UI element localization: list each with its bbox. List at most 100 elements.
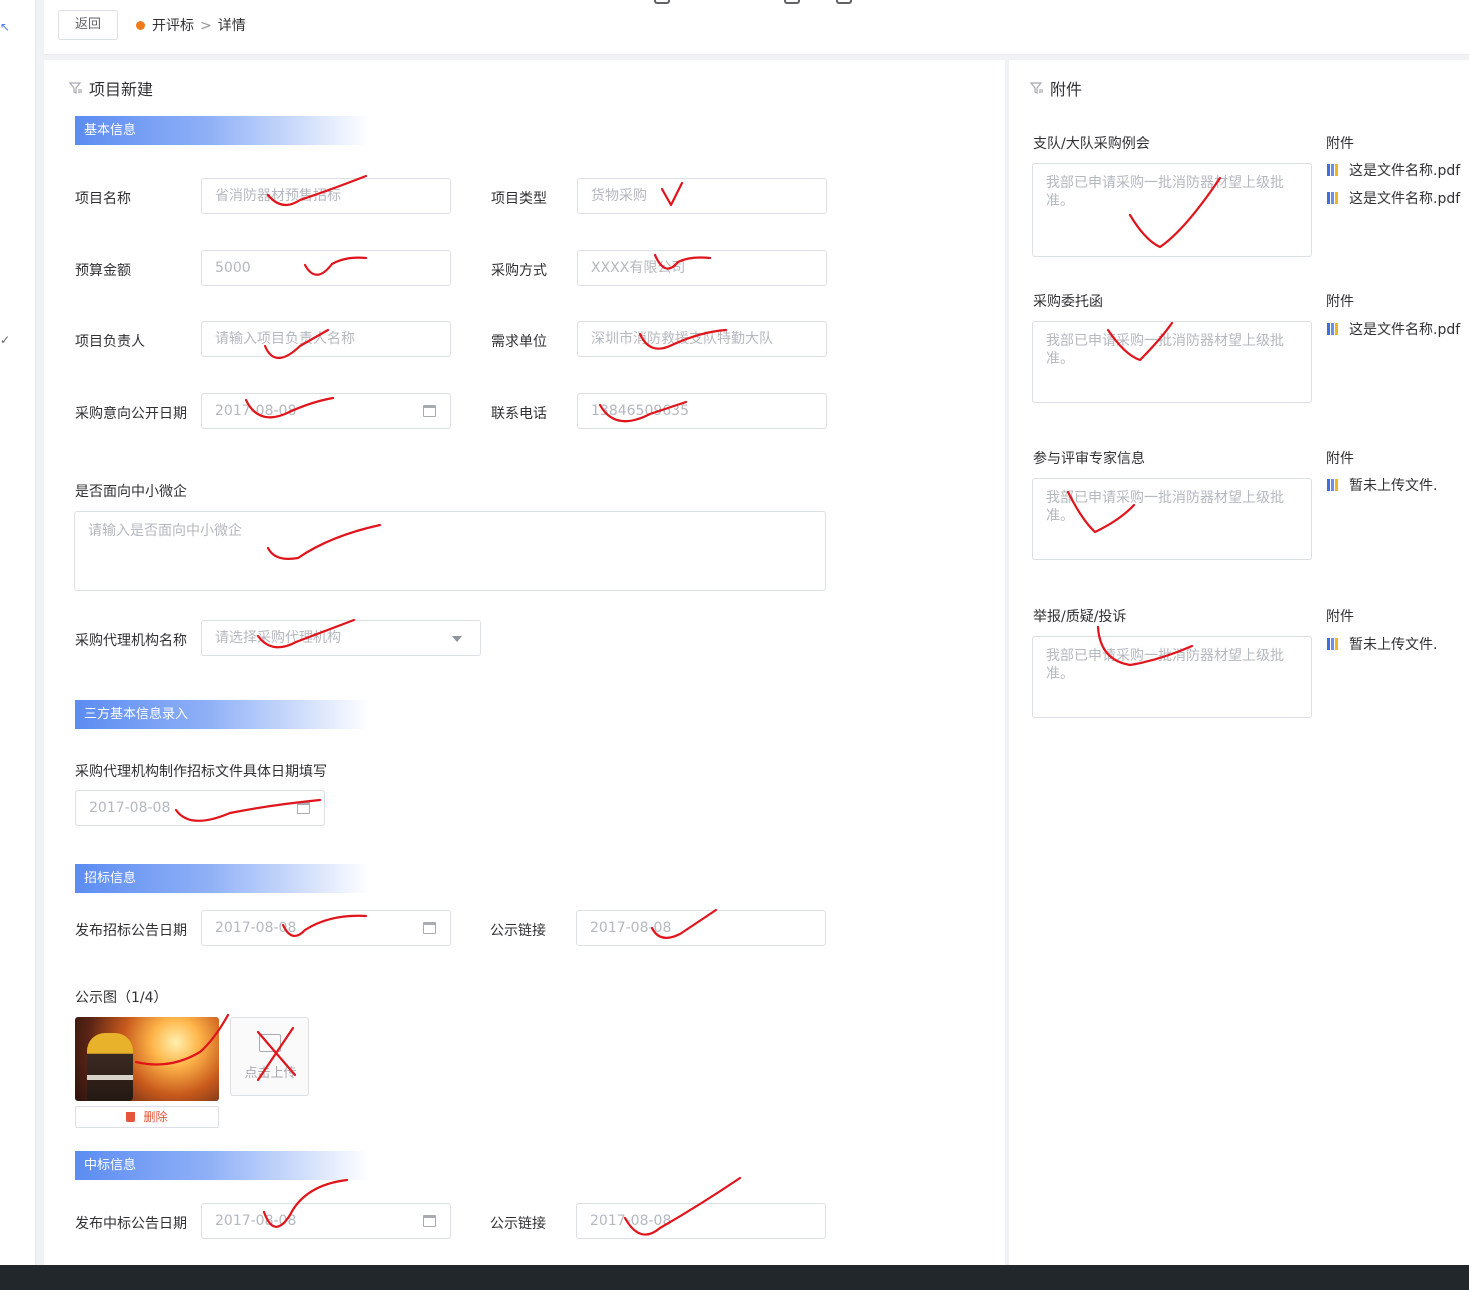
attachments-panel: 附件 支队/大队采购例会 附件 我部已申请采购一批消防器材望上级批准。 这是文件… [1009, 60, 1469, 1265]
attach-group-textarea[interactable]: 我部已申请采购一批消防器材望上级批准。 [1032, 321, 1312, 403]
breadcrumb-parent[interactable]: 开评标 [152, 18, 194, 34]
file-status: 暂未上传文件. [1327, 634, 1437, 654]
file-icon [1327, 638, 1343, 650]
phone-input[interactable]: 13846509635 [577, 393, 827, 429]
panel-title-text: 项目新建 [89, 80, 154, 99]
section-bidding: 招标信息 [75, 864, 370, 893]
delete-label: 删除 [143, 1110, 168, 1124]
notice-image-thumbnail[interactable] [75, 1017, 219, 1101]
breadcrumb-separator: > [200, 18, 212, 34]
section-award: 中标信息 [75, 1151, 370, 1180]
file-name: 这是文件名称.pdf [1349, 191, 1461, 207]
disclosure-date-label: 采购意向公开日期 [75, 406, 187, 422]
project-form-panel: 项目新建 基本信息 项目名称 省消防器材预售招标 项目类型 货物采购 预算金额 … [44, 60, 1005, 1265]
top-bar: 返回 开评标 > 详情 [44, 0, 1469, 55]
demand-unit-input[interactable]: 深圳市消防救援支队特勤大队 [577, 321, 827, 357]
delete-image-button[interactable]: 删除 [75, 1106, 219, 1128]
file-name: 暂未上传文件. [1349, 637, 1438, 653]
file-status: 暂未上传文件. [1327, 475, 1437, 495]
notice-images-label: 公示图（1/4） [75, 990, 168, 1006]
attach-group-label: 采购委托函 [1033, 294, 1103, 310]
check-icon: ✓ [0, 333, 11, 347]
award-notice-link-input[interactable]: 2017-08-08 [576, 1203, 826, 1239]
bottom-dark-bar [0, 1265, 1469, 1290]
doc-date-value: 2017-08-08 [89, 800, 171, 816]
bid-notice-link-label: 公示链接 [490, 923, 546, 939]
demand-unit-label: 需求单位 [491, 334, 547, 350]
firefighter-figure [87, 1033, 133, 1101]
attach-files-label: 附件 [1326, 136, 1354, 152]
file-link[interactable]: 这是文件名称.pdf [1327, 319, 1460, 339]
agency-label: 采购代理机构名称 [75, 633, 187, 649]
attach-group-textarea[interactable]: 我部已申请采购一批消防器材望上级批准。 [1032, 478, 1312, 560]
file-name: 这是文件名称.pdf [1349, 322, 1461, 338]
budget-label: 预算金额 [75, 263, 131, 279]
disclosure-date-input[interactable]: 2017-08-08 [201, 393, 451, 429]
purchase-method-input[interactable]: XXXX有限公司 [577, 250, 827, 286]
toolbar-window-icon[interactable] [784, 0, 800, 4]
attach-group-label: 参与评审专家信息 [1033, 451, 1145, 467]
agency-select[interactable]: 请选择采购代理机构 [201, 620, 481, 656]
upload-label: 点击上传 [244, 1066, 297, 1081]
file-name: 暂未上传文件. [1349, 478, 1438, 494]
attach-group-label: 支队/大队采购例会 [1033, 136, 1150, 152]
attachments-title: 附件 [1030, 76, 1082, 100]
upload-button[interactable]: 点击上传 [230, 1017, 309, 1096]
collapse-icon[interactable]: ↖ [0, 20, 10, 34]
file-link[interactable]: 这是文件名称.pdf [1327, 188, 1460, 208]
award-notice-date-input[interactable]: 2017-08-08 [201, 1203, 451, 1239]
file-icon [1327, 192, 1343, 204]
file-link[interactable]: 这是文件名称.pdf [1327, 160, 1460, 180]
project-owner-label: 项目负责人 [75, 334, 145, 350]
calendar-icon[interactable] [423, 1215, 436, 1227]
firefighter-reflective-stripe [87, 1075, 133, 1080]
sme-textarea[interactable]: 请输入是否面向中小微企 [74, 511, 826, 591]
toolbar-screen-icon[interactable] [836, 0, 852, 4]
award-notice-date-value: 2017-08-08 [215, 1213, 297, 1229]
panel-title: 项目新建 [69, 76, 153, 100]
attach-group-label: 举报/质疑/投诉 [1033, 609, 1127, 625]
calendar-icon[interactable] [297, 802, 310, 814]
back-button[interactable]: 返回 [58, 10, 118, 40]
project-type-input[interactable]: 货物采购 [577, 178, 827, 214]
section-third-party: 三方基本信息录入 [75, 700, 370, 729]
calendar-icon[interactable] [423, 922, 436, 934]
filter-icon [1030, 82, 1043, 94]
attach-group-textarea[interactable]: 我部已申请采购一批消防器材望上级批准。 [1032, 163, 1312, 257]
sme-label: 是否面向中小微企 [75, 484, 187, 500]
attachments-title-text: 附件 [1050, 80, 1083, 99]
project-name-label: 项目名称 [75, 191, 131, 207]
breadcrumb: 开评标 > 详情 [152, 15, 246, 35]
project-owner-input[interactable]: 请输入项目负责人名称 [201, 321, 451, 357]
project-type-label: 项目类型 [491, 191, 547, 207]
purchase-method-label: 采购方式 [491, 263, 547, 279]
attach-group-textarea[interactable]: 我部已申请采购一批消防器材望上级批准。 [1032, 636, 1312, 718]
left-sidebar-strip: ↖ ✓ [0, 0, 36, 1265]
attach-files-label: 附件 [1326, 609, 1354, 625]
file-name: 这是文件名称.pdf [1349, 163, 1461, 179]
calendar-icon[interactable] [423, 405, 436, 417]
breadcrumb-status-dot [136, 21, 145, 30]
file-icon [1327, 323, 1343, 335]
bid-notice-link-input[interactable]: 2017-08-08 [576, 910, 826, 946]
trash-icon [126, 1112, 136, 1122]
breadcrumb-current: 详情 [217, 18, 246, 34]
bid-notice-date-value: 2017-08-08 [215, 920, 297, 936]
toolbar-grid-icon[interactable] [654, 0, 670, 4]
project-name-input[interactable]: 省消防器材预售招标 [201, 178, 451, 214]
attach-files-label: 附件 [1326, 294, 1354, 310]
bid-notice-date-label: 发布招标公告日期 [75, 923, 187, 939]
image-placeholder-icon [259, 1034, 281, 1052]
filter-icon [69, 82, 82, 94]
section-basic-info: 基本信息 [75, 116, 370, 145]
bid-notice-date-input[interactable]: 2017-08-08 [201, 910, 451, 946]
file-icon [1327, 164, 1343, 176]
phone-label: 联系电话 [491, 406, 547, 422]
award-notice-date-label: 发布中标公告日期 [75, 1216, 187, 1232]
doc-date-label: 采购代理机构制作招标文件具体日期填写 [75, 764, 327, 780]
disclosure-date-value: 2017-08-08 [215, 403, 297, 419]
doc-date-input[interactable]: 2017-08-08 [75, 790, 325, 826]
chevron-down-icon[interactable] [452, 636, 462, 642]
budget-input[interactable]: 5000 [201, 250, 451, 286]
file-icon [1327, 479, 1343, 491]
